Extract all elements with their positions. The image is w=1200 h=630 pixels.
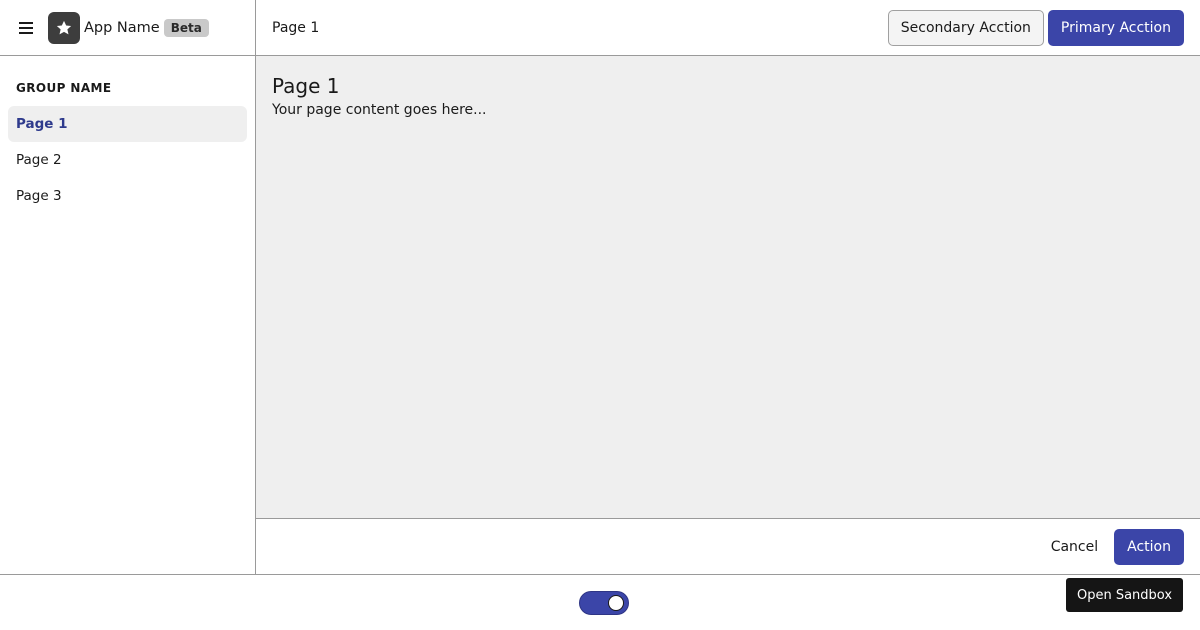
action-button[interactable]: Action <box>1114 528 1184 565</box>
sidebar-header: App Name Beta <box>0 0 255 56</box>
secondary-action-button[interactable]: Secondary Acction <box>887 9 1044 46</box>
star-icon <box>56 20 72 34</box>
nav-group-title: GROUP NAME <box>16 81 112 95</box>
page-body-text: Your page content goes here... <box>272 102 487 118</box>
sidebar-item-page-2[interactable]: Page 2 <box>8 142 247 178</box>
theme-toggle[interactable] <box>579 591 629 615</box>
top-bar: Page 1 Secondary Acction Primary Acction <box>256 0 1200 56</box>
sidebar: App Name Beta GROUP NAME Page 1 Page 2 P… <box>0 0 256 574</box>
app-name: App Name <box>84 19 160 36</box>
sidebar-item-page-1[interactable]: Page 1 <box>8 106 247 142</box>
menu-icon[interactable] <box>14 16 38 40</box>
breadcrumb: Page 1 <box>272 19 320 36</box>
top-actions: Secondary Acction Primary Acction <box>887 9 1184 46</box>
beta-badge: Beta <box>163 18 209 37</box>
open-sandbox-button[interactable]: Open Sandbox <box>1066 578 1183 612</box>
main-content: Page 1 Your page content goes here... <box>256 56 1200 519</box>
app-shell: App Name Beta GROUP NAME Page 1 Page 2 P… <box>0 0 1200 575</box>
page-title: Page 1 <box>272 74 340 98</box>
sidebar-item-page-3[interactable]: Page 3 <box>8 178 247 214</box>
toggle-knob <box>608 595 624 611</box>
primary-action-button[interactable]: Primary Acction <box>1047 9 1184 46</box>
app-logo <box>48 11 80 44</box>
action-footer: Cancel Action <box>256 519 1200 574</box>
sidebar-nav: Page 1 Page 2 Page 3 <box>0 106 255 214</box>
cancel-button[interactable]: Cancel <box>1039 529 1110 565</box>
